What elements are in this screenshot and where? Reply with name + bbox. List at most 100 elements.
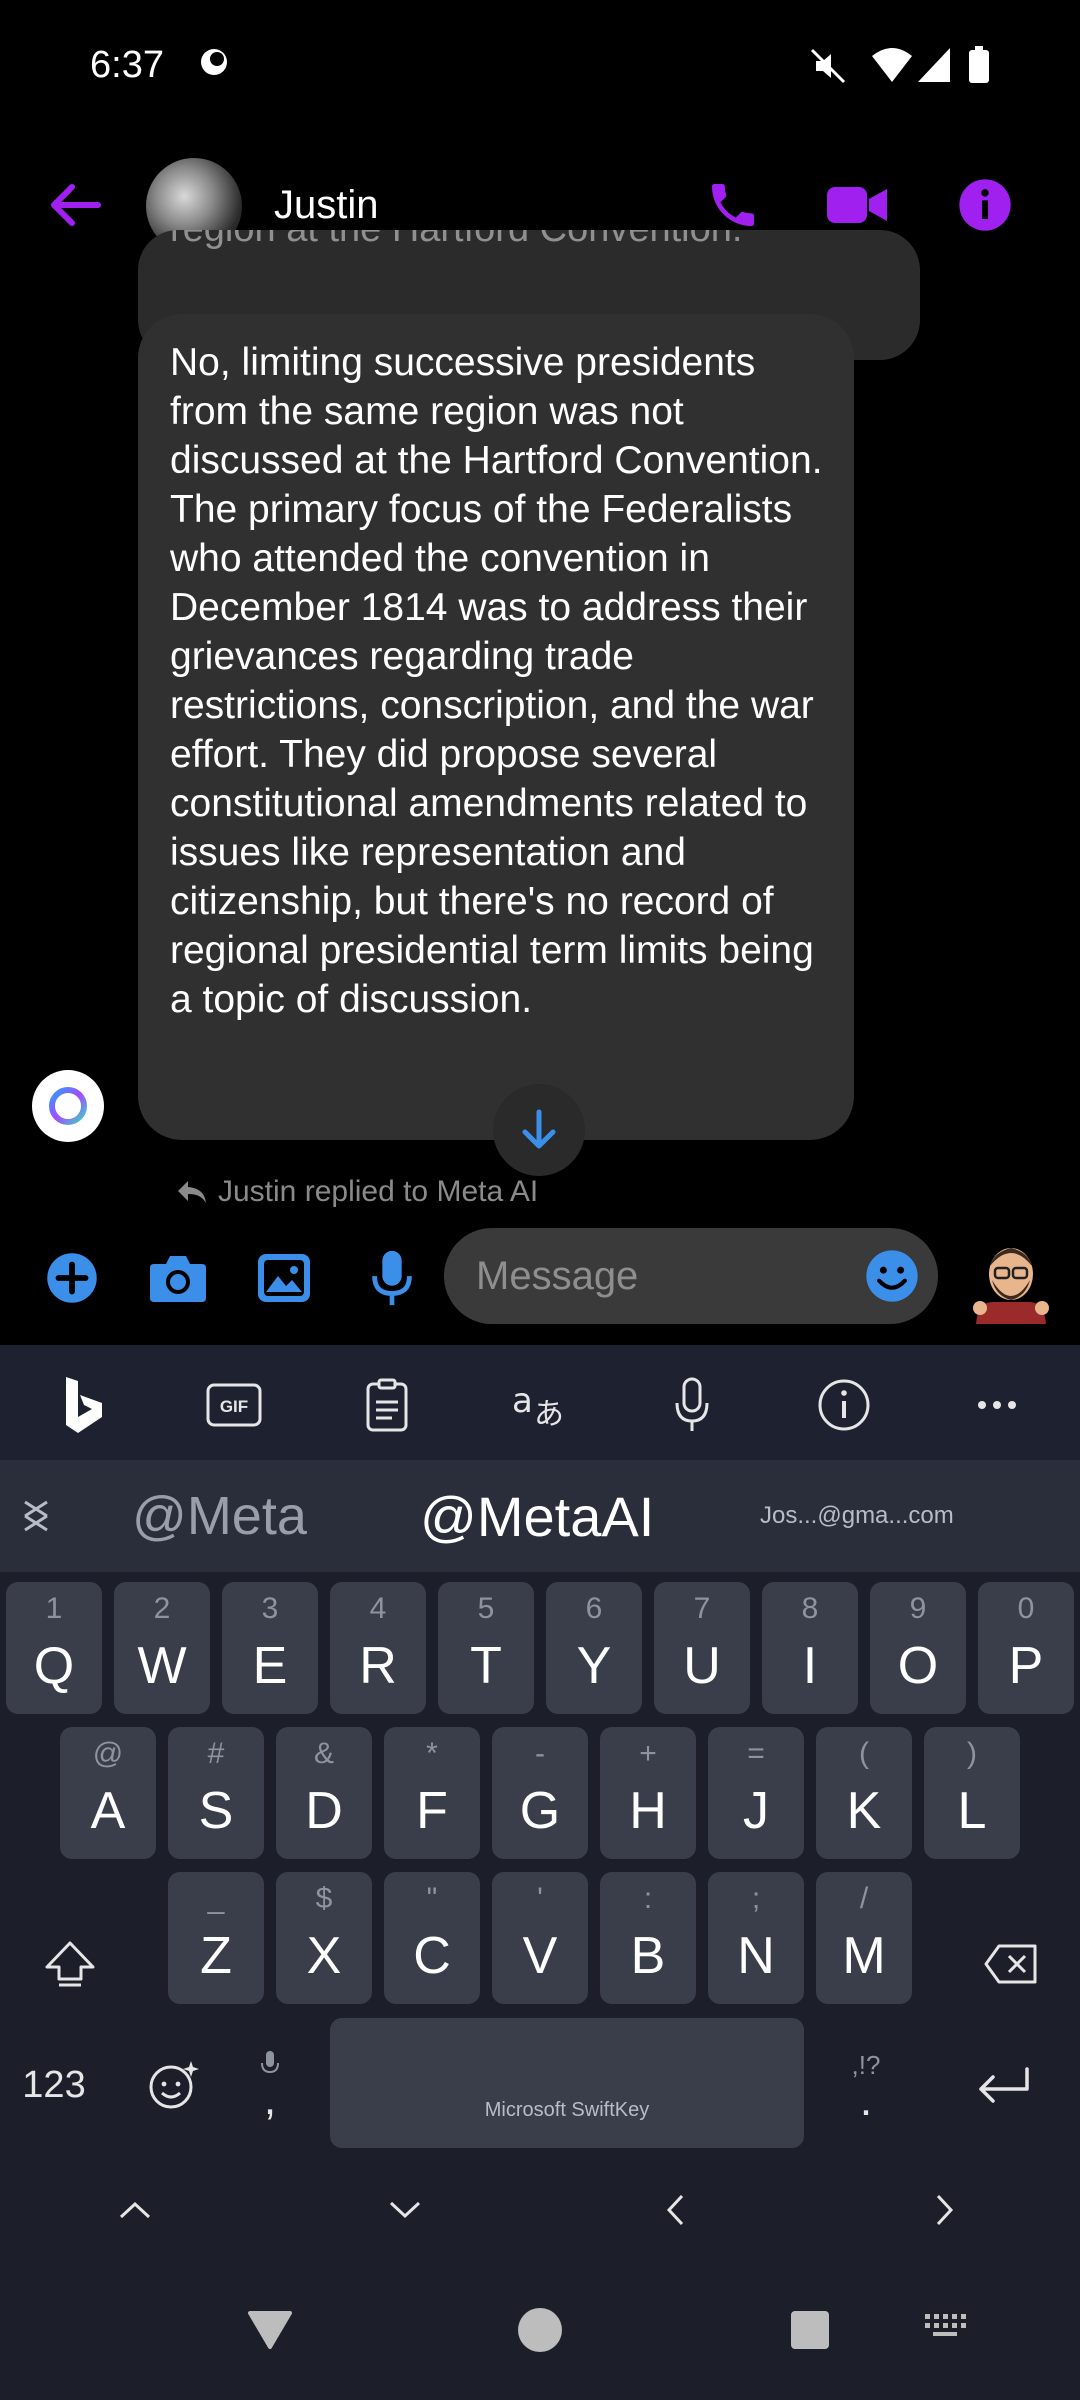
key-secondary-label: # bbox=[207, 1737, 225, 1770]
battery-icon bbox=[968, 46, 990, 89]
keyboard-switch-button[interactable] bbox=[920, 2300, 970, 2350]
key-f[interactable]: * F bbox=[384, 1727, 480, 1859]
key-label: X bbox=[306, 1927, 342, 1985]
suggestion-3[interactable]: Jos...@gma...com bbox=[760, 1460, 954, 1572]
key-secondary-label: * bbox=[426, 1737, 438, 1770]
key-v[interactable]: ' V bbox=[492, 1872, 588, 2004]
key-y[interactable]: 6Y bbox=[546, 1582, 642, 1714]
key-c[interactable]: " C bbox=[384, 1872, 480, 2004]
key-n[interactable]: ; N bbox=[708, 1872, 804, 2004]
back-button[interactable] bbox=[40, 170, 110, 240]
key-m[interactable]: / M bbox=[816, 1872, 912, 2004]
key-secondary-label: + bbox=[639, 1737, 657, 1770]
emoji-key[interactable] bbox=[128, 2040, 218, 2130]
smiley-icon bbox=[866, 1250, 918, 1302]
key-x[interactable]: $ X bbox=[276, 1872, 372, 2004]
key-label: F bbox=[416, 1782, 448, 1840]
key-label: C bbox=[413, 1927, 451, 1985]
message-bubble[interactable]: No, limiting successive presidents from … bbox=[138, 314, 854, 1140]
key-h[interactable]: + H bbox=[600, 1727, 696, 1859]
more-icon[interactable] bbox=[965, 1373, 1029, 1437]
key-o[interactable]: 9O bbox=[870, 1582, 966, 1714]
key-secondary-label: : bbox=[643, 1882, 653, 1915]
emoji-button[interactable] bbox=[864, 1248, 920, 1304]
key-p[interactable]: 0P bbox=[978, 1582, 1074, 1714]
comma-key[interactable]: , bbox=[230, 2030, 310, 2140]
key-q[interactable]: 1Q bbox=[6, 1582, 102, 1714]
key-i[interactable]: 8I bbox=[762, 1582, 858, 1714]
system-back-button[interactable] bbox=[240, 2300, 300, 2360]
back-arrow-icon bbox=[51, 184, 101, 226]
signal-icon bbox=[916, 46, 952, 89]
backspace-key[interactable] bbox=[966, 1914, 1056, 2014]
system-home-button[interactable] bbox=[510, 2300, 570, 2360]
gallery-button[interactable] bbox=[246, 1240, 322, 1316]
shift-key[interactable] bbox=[30, 1914, 110, 2014]
cursor-up-button[interactable] bbox=[100, 2180, 170, 2240]
chevron-up-icon bbox=[119, 2201, 151, 2219]
shift-icon bbox=[45, 1941, 95, 1987]
info-circle-icon[interactable] bbox=[812, 1373, 876, 1437]
key-label: I bbox=[802, 1637, 818, 1695]
close-suggestions-icon[interactable] bbox=[16, 1460, 56, 1572]
key-t[interactable]: 5T bbox=[438, 1582, 534, 1714]
period-key[interactable]: ,!? . bbox=[826, 2030, 906, 2140]
key-w[interactable]: 2W bbox=[114, 1582, 210, 1714]
key-secondary-label: $ bbox=[315, 1882, 333, 1915]
key-a[interactable]: @ A bbox=[60, 1727, 156, 1859]
period-label: . bbox=[859, 2075, 873, 2125]
key-secondary-label: 9 bbox=[909, 1592, 927, 1625]
info-icon bbox=[959, 179, 1011, 231]
cursor-left-button[interactable] bbox=[640, 2180, 710, 2240]
cursor-down-button[interactable] bbox=[370, 2180, 440, 2240]
reply-note-text: Justin replied to Meta AI bbox=[218, 1175, 539, 1208]
svg-text:あ: あ bbox=[534, 1397, 564, 1432]
suggestion-1[interactable]: @Meta bbox=[132, 1460, 307, 1572]
key-label: V bbox=[522, 1927, 558, 1985]
meta-ai-avatar[interactable] bbox=[32, 1070, 104, 1142]
key-secondary-label: 2 bbox=[153, 1592, 171, 1625]
contact-name[interactable]: Justin bbox=[274, 183, 379, 228]
voice-message-button[interactable] bbox=[354, 1240, 430, 1316]
key-secondary-label: 3 bbox=[261, 1592, 279, 1625]
avatar-sticker-button[interactable] bbox=[966, 1234, 1056, 1324]
camera-button[interactable] bbox=[140, 1240, 216, 1316]
bing-icon[interactable] bbox=[52, 1373, 116, 1437]
key-e[interactable]: 3E bbox=[222, 1582, 318, 1714]
key-label: S bbox=[198, 1782, 234, 1840]
translate-icon[interactable]: aあ bbox=[508, 1373, 572, 1437]
gif-icon[interactable]: GIF bbox=[202, 1373, 266, 1437]
cursor-right-button[interactable] bbox=[910, 2180, 980, 2240]
key-label: A bbox=[90, 1782, 126, 1840]
suggestion-2[interactable]: @MetaAI bbox=[420, 1460, 654, 1572]
dictation-icon[interactable] bbox=[660, 1373, 724, 1437]
message-field[interactable] bbox=[444, 1228, 938, 1324]
enter-key[interactable] bbox=[958, 2040, 1048, 2130]
image-icon bbox=[258, 1254, 310, 1302]
key-k[interactable]: (K bbox=[816, 1727, 912, 1859]
key-r[interactable]: 4R bbox=[330, 1582, 426, 1714]
message-input[interactable] bbox=[476, 1228, 856, 1324]
key-g[interactable]: -G bbox=[492, 1727, 588, 1859]
system-recents-button[interactable] bbox=[780, 2300, 840, 2360]
notification-dot-icon bbox=[198, 46, 230, 83]
key-u[interactable]: 7U bbox=[654, 1582, 750, 1714]
key-z[interactable]: _ Z bbox=[168, 1872, 264, 2004]
key-j[interactable]: = J bbox=[708, 1727, 804, 1859]
key-secondary-label: 1 bbox=[45, 1592, 63, 1625]
key-secondary-label: " bbox=[426, 1882, 438, 1915]
scroll-to-bottom-button[interactable] bbox=[493, 1084, 585, 1176]
key-label: O bbox=[897, 1637, 939, 1695]
numbers-key[interactable]: 123 bbox=[0, 2040, 108, 2130]
reply-arrow-icon bbox=[178, 1181, 206, 1203]
space-key[interactable]: Microsoft SwiftKey bbox=[330, 2018, 804, 2148]
chevron-left-icon bbox=[666, 2194, 684, 2226]
key-b[interactable]: :B bbox=[600, 1872, 696, 2004]
info-button[interactable] bbox=[950, 170, 1020, 240]
add-button[interactable] bbox=[34, 1240, 110, 1316]
key-l[interactable]: ) L bbox=[924, 1727, 1020, 1859]
key-s[interactable]: # S bbox=[168, 1727, 264, 1859]
suggestion-bar: @Meta @MetaAI Jos...@gma...com bbox=[0, 1460, 1080, 1572]
key-d[interactable]: & D bbox=[276, 1727, 372, 1859]
clipboard-icon[interactable] bbox=[355, 1373, 419, 1437]
